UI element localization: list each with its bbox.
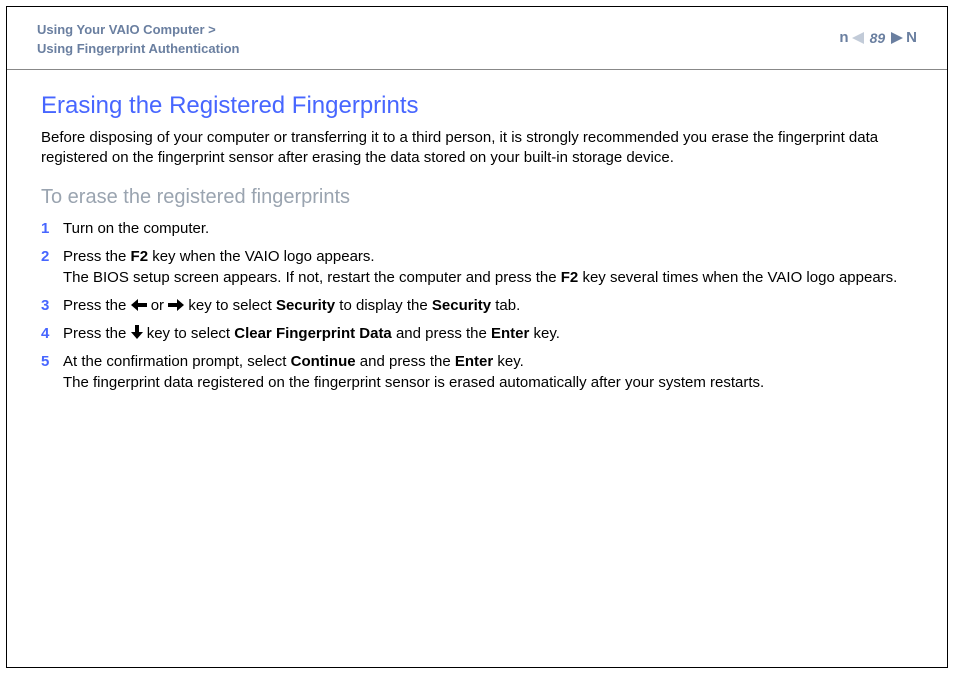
text-run: Press the [63,297,131,314]
text-run: and press the [392,325,491,342]
bold-term: Security [432,297,491,314]
page-number: 89 [870,30,886,46]
bold-term: Security [276,297,335,314]
bold-key: Enter [455,353,493,370]
text-run: key to select [147,325,235,342]
text-run: key when the VAIO logo appears. [148,248,375,265]
text-run: The fingerprint data registered on the f… [63,374,764,391]
step-item: 5 At the confirmation prompt, select Con… [41,352,913,393]
header-divider [7,69,947,70]
step-number: 5 [41,352,63,372]
steps-list: 1 Turn on the computer. 2 Press the F2 k… [41,219,913,393]
text-run: key. [493,353,524,370]
subheading: To erase the registered fingerprints [41,186,913,209]
breadcrumb-line-2: Using Fingerprint Authentication [37,40,239,59]
step-number: 2 [41,247,63,267]
text-run: Press the [63,248,131,265]
step-number: 1 [41,219,63,239]
page-title: Erasing the Registered Fingerprints [41,92,913,120]
nav-N-label: N [906,29,917,46]
step-text: Press the key to select Clear Fingerprin… [63,324,913,344]
step-number: 4 [41,324,63,344]
bold-key: F2 [561,269,579,286]
page-navigation: n 89 N [842,21,917,46]
step-number: 3 [41,296,63,316]
text-run: to display the [335,297,432,314]
intro-paragraph: Before disposing of your computer or tra… [41,128,913,169]
step-item: 3 Press the or key to select Security to… [41,296,913,316]
step-item: 4 Press the key to select Clear Fingerpr… [41,324,913,344]
text-run: At the confirmation prompt, select [63,353,291,370]
text-run: Press the [63,325,131,342]
bold-key: Enter [491,325,529,342]
text-run: and press the [356,353,455,370]
text-run: key to select [188,297,276,314]
bold-term: Clear Fingerprint Data [234,325,392,342]
step-text: Turn on the computer. [63,219,913,239]
page-content: Erasing the Registered Fingerprints Befo… [37,92,917,393]
nav-n-label: n [839,29,848,46]
bold-term: Continue [291,353,356,370]
page-header: Using Your VAIO Computer > Using Fingerp… [37,21,917,59]
prev-page-icon[interactable] [852,32,864,44]
text-run: The BIOS setup screen appears. If not, r… [63,269,561,286]
arrow-right-icon [168,299,184,311]
text-run: or [151,297,169,314]
arrow-down-icon [131,325,143,339]
text-run: tab. [491,297,520,314]
step-text: At the confirmation prompt, select Conti… [63,352,913,393]
breadcrumb-line-1: Using Your VAIO Computer > [37,21,239,40]
bold-key: F2 [131,248,149,265]
text-run: key several times when the VAIO logo app… [578,269,897,286]
text-run: key. [529,325,560,342]
step-item: 1 Turn on the computer. [41,219,913,239]
breadcrumb: Using Your VAIO Computer > Using Fingerp… [37,21,239,59]
step-text: Press the or key to select Security to d… [63,296,913,316]
step-item: 2 Press the F2 key when the VAIO logo ap… [41,247,913,288]
step-text: Press the F2 key when the VAIO logo appe… [63,247,913,288]
next-page-icon[interactable] [891,32,903,44]
arrow-left-icon [131,299,147,311]
document-page: Using Your VAIO Computer > Using Fingerp… [6,6,948,668]
